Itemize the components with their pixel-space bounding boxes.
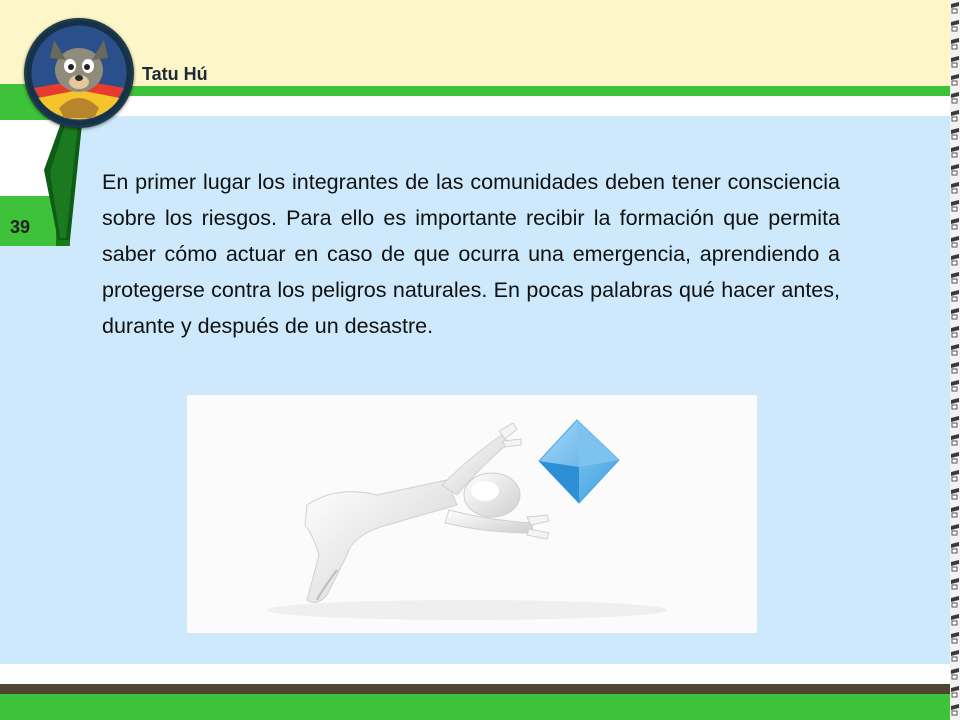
footer-divider <box>0 664 950 684</box>
spiral-binding-icon <box>950 0 960 720</box>
header-divider <box>110 96 950 116</box>
body-paragraph: En primer lugar los integrantes de las c… <box>102 170 840 338</box>
header-green-line <box>110 86 950 96</box>
figure-reaching-for-kite-icon <box>187 395 757 633</box>
brand-name: Tatu Hú <box>142 64 208 84</box>
footer-green-band <box>0 694 950 720</box>
armadillo-mascot-icon <box>24 18 134 128</box>
footer-brown-line <box>0 684 950 694</box>
content-panel-left <box>0 245 70 664</box>
